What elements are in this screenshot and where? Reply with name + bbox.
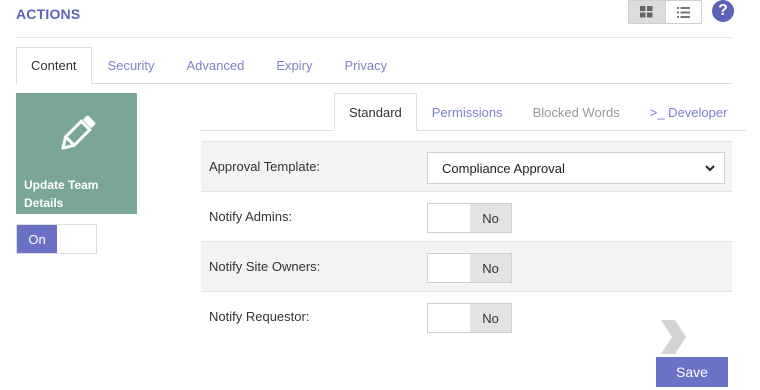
notify-site-owners-label: Notify Site Owners: — [209, 259, 321, 274]
toggle-yes-side — [428, 304, 470, 332]
list-view-button[interactable] — [664, 1, 701, 23]
form-row-notify-requestor: Notify Requestor: No — [201, 291, 732, 341]
tab-privacy[interactable]: Privacy — [328, 47, 403, 84]
main-tabs-divider — [16, 83, 732, 84]
tab-blocked-words[interactable]: Blocked Words — [518, 93, 635, 131]
notify-admins-label: Notify Admins: — [209, 209, 293, 224]
approval-template-label: Approval Template: — [209, 159, 321, 174]
toggle-yes-side — [428, 204, 470, 232]
notify-admins-toggle[interactable]: No — [427, 203, 512, 233]
grid-view-button[interactable] — [629, 1, 665, 23]
tab-expiry[interactable]: Expiry — [260, 47, 328, 84]
toggle-no-label: No — [470, 254, 511, 282]
action-tile-update-team-details[interactable]: Update Team Details — [16, 93, 137, 214]
tab-security[interactable]: Security — [92, 47, 171, 84]
header-divider — [16, 37, 732, 38]
notify-site-owners-toggle[interactable]: No — [427, 253, 512, 283]
sub-tabs: Standard Permissions Blocked Words >_ De… — [334, 93, 742, 131]
view-toggle — [628, 0, 702, 24]
tab-permissions[interactable]: Permissions — [417, 93, 518, 131]
sub-tabs-divider — [200, 130, 746, 131]
page-title: ACTIONS — [16, 6, 81, 22]
list-view-icon — [676, 6, 690, 18]
approval-template-value: Compliance Approval — [442, 160, 565, 176]
tab-standard[interactable]: Standard — [334, 93, 417, 131]
settings-form: Approval Template: Compliance Approval N… — [201, 141, 732, 341]
toggle-on-label: On — [17, 225, 57, 253]
drag-handle-icon[interactable] — [657, 318, 689, 356]
tab-advanced[interactable]: Advanced — [171, 47, 261, 84]
action-enabled-toggle[interactable]: On — [16, 224, 97, 254]
grid-view-icon — [640, 6, 653, 18]
form-row-notify-site-owners: Notify Site Owners: No — [201, 241, 732, 291]
toggle-yes-side — [428, 254, 470, 282]
tab-content[interactable]: Content — [16, 47, 92, 84]
main-tabs: Content Security Advanced Expiry Privacy — [16, 47, 403, 84]
save-button[interactable]: Save — [656, 357, 728, 387]
action-tile-label: Update Team Details — [24, 178, 99, 210]
toggle-no-label: No — [470, 204, 511, 232]
pencil-icon — [61, 115, 96, 150]
chevron-down-icon — [705, 165, 715, 172]
approval-template-select[interactable]: Compliance Approval — [427, 152, 725, 184]
tab-developer[interactable]: >_ Developer — [635, 93, 743, 131]
form-row-notify-admins: Notify Admins: No — [201, 191, 732, 241]
toggle-no-label: No — [470, 304, 511, 332]
notify-requestor-toggle[interactable]: No — [427, 303, 512, 333]
notify-requestor-label: Notify Requestor: — [209, 309, 310, 324]
form-row-approval-template: Approval Template: Compliance Approval — [201, 141, 732, 191]
help-icon[interactable]: ? — [712, 0, 734, 22]
